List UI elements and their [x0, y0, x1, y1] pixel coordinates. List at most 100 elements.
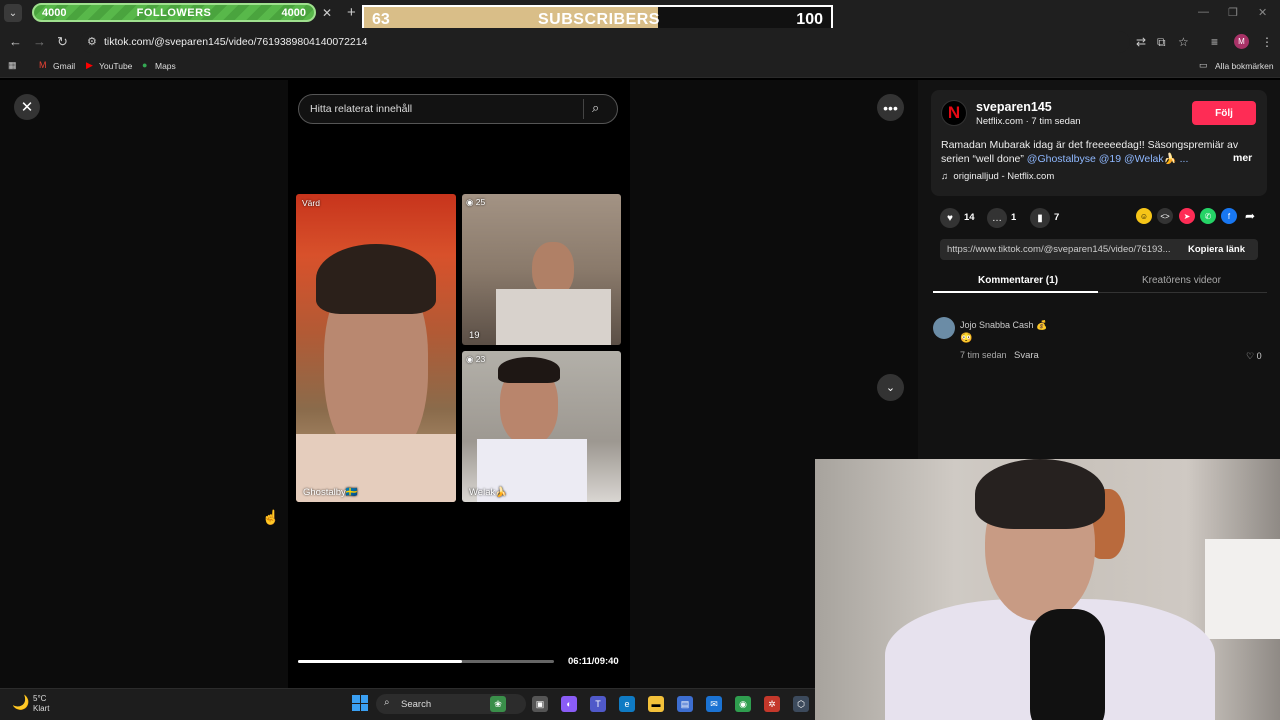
- save-count: 7: [1054, 212, 1060, 223]
- bookmark-star-icon[interactable]: ☆: [1178, 35, 1189, 49]
- creator-subline: Netflix.com · 7 tim sedan: [976, 116, 1081, 127]
- search-icon[interactable]: ⌕: [592, 100, 599, 116]
- like-count: 14: [964, 212, 975, 223]
- comment-text: 😳: [960, 333, 973, 344]
- app-cube-icon[interactable]: ⬡: [793, 696, 809, 712]
- comment-like-count: 0: [1256, 351, 1262, 361]
- comment-author[interactable]: Jojo Snabba Cash 💰: [960, 320, 1047, 331]
- video-progress-fill[interactable]: [298, 660, 462, 663]
- url-text[interactable]: tiktok.com/@sveparen145/video/7619389804…: [104, 36, 367, 48]
- store-icon[interactable]: ▤: [677, 696, 693, 712]
- share-arrow-icon[interactable]: ➦: [1242, 208, 1258, 224]
- send-icon[interactable]: ➤: [1179, 208, 1195, 224]
- commenter-avatar[interactable]: [933, 317, 955, 339]
- heart-icon: ♥: [947, 212, 953, 224]
- more-options-button[interactable]: •••: [877, 94, 904, 121]
- post-mentions[interactable]: @Ghostalbyse @19 @Welak🍌 ...: [1027, 153, 1189, 165]
- maximize-icon[interactable]: ❐: [1228, 6, 1238, 19]
- follow-button[interactable]: Följ: [1192, 101, 1256, 125]
- music-note-icon: ♫: [941, 171, 949, 182]
- copilot-icon[interactable]: ◐: [561, 696, 577, 712]
- guest1-count: 19: [469, 330, 480, 341]
- friends-share-icon[interactable]: ☺: [1136, 208, 1152, 224]
- next-video-button[interactable]: ⌄: [877, 374, 904, 401]
- followers-label: FOLLOWERS: [136, 6, 212, 19]
- comment-button[interactable]: …: [987, 208, 1007, 228]
- media-controls-icon[interactable]: ≡: [1211, 35, 1218, 49]
- like-button[interactable]: ♥: [940, 208, 960, 228]
- guest1-shirt: [496, 289, 611, 345]
- menu-kebab-icon[interactable]: ⋮: [1261, 35, 1273, 49]
- folder-icon: ▭: [1199, 60, 1208, 70]
- window-close-icon[interactable]: ✕: [1258, 6, 1267, 19]
- related-search-placeholder: Hitta relaterat innehåll: [310, 103, 413, 115]
- search-divider: [583, 99, 584, 119]
- install-app-icon[interactable]: ⧉: [1157, 35, 1166, 50]
- webcam-microphone: [1030, 609, 1105, 720]
- weather-temp: 5°C: [33, 694, 47, 703]
- webcam-shelf: [1205, 539, 1280, 639]
- close-icon: ✕: [20, 99, 34, 116]
- embed-code-icon[interactable]: <>: [1157, 208, 1173, 224]
- music-info[interactable]: ♫ originalljud - Netflix.com: [941, 171, 1054, 182]
- bookmarks-bar: [0, 56, 1280, 78]
- all-bookmarks[interactable]: Alla bokmärken: [1215, 61, 1274, 71]
- weather-widget[interactable]: 5°C Klart: [33, 694, 49, 714]
- creator-username[interactable]: sveparen145: [976, 100, 1052, 114]
- creator-avatar[interactable]: N: [941, 100, 967, 126]
- guest1-badge-count: 25: [475, 197, 486, 207]
- comment-reply-button[interactable]: Svara: [1014, 350, 1039, 361]
- mail-icon[interactable]: ✉: [706, 696, 722, 712]
- subscribers-current: 63: [372, 11, 390, 28]
- whatsapp-icon[interactable]: ✆: [1200, 208, 1216, 224]
- comment-like[interactable]: ♡ 0: [1246, 351, 1262, 362]
- guest2-badge-count: 23: [475, 354, 486, 364]
- tab-search-chevron-icon[interactable]: ⌄: [4, 4, 22, 22]
- tab-close-icon[interactable]: ✕: [322, 6, 332, 20]
- host-name[interactable]: Ghostalby🇸🇪: [303, 487, 358, 498]
- edge-icon[interactable]: e: [619, 696, 635, 712]
- guest2-badge: ◉ 23: [466, 354, 486, 364]
- followers-goal-bar: 4000 FOLLOWERS 4000: [32, 3, 316, 22]
- site-info-icon[interactable]: ⚙: [87, 35, 97, 48]
- gmail-icon: M: [39, 60, 47, 70]
- moon-weather-icon[interactable]: 🌙: [12, 694, 29, 711]
- save-button[interactable]: ▮: [1030, 208, 1050, 228]
- video-backdrop-left: [0, 80, 288, 688]
- webcam-hair: [975, 459, 1105, 529]
- host-video-tile: Värd Ghostalby🇸🇪: [296, 194, 456, 502]
- profile-avatar[interactable]: M: [1234, 34, 1249, 49]
- share-link-text[interactable]: https://www.tiktok.com/@sveparen145/vide…: [947, 244, 1177, 255]
- teams-icon[interactable]: T: [590, 696, 606, 712]
- reload-icon[interactable]: ↻: [57, 34, 68, 50]
- back-arrow-icon[interactable]: ←: [9, 34, 22, 49]
- translate-icon[interactable]: ⇄: [1136, 35, 1146, 49]
- guest2-name[interactable]: Welak🍌: [469, 487, 507, 498]
- copy-link-button[interactable]: Kopiera länk: [1188, 244, 1245, 255]
- facebook-icon[interactable]: f: [1221, 208, 1237, 224]
- bookmark-gmail[interactable]: Gmail: [53, 61, 75, 71]
- post-description: Ramadan Mubarak idag är det freeeeedag!!…: [941, 138, 1241, 166]
- guest2-video-tile: ◉ 23 Welak🍌: [462, 351, 621, 502]
- bookmark-maps[interactable]: Maps: [155, 61, 176, 71]
- music-title: originalljud - Netflix.com: [953, 171, 1055, 182]
- new-tab-icon[interactable]: +: [347, 4, 356, 21]
- tab-comments[interactable]: Kommentarer (1): [978, 275, 1058, 286]
- apps-grid-icon[interactable]: ▦: [8, 60, 17, 71]
- task-view-icon[interactable]: ▣: [532, 696, 548, 712]
- more-text-button[interactable]: mer: [1233, 152, 1252, 164]
- windows-start-icon[interactable]: [352, 695, 368, 711]
- youtube-icon: ▶: [86, 60, 93, 70]
- taskbar-search-icon: ⌕: [384, 697, 390, 708]
- tab-creator-videos[interactable]: Kreatörens videor: [1142, 275, 1221, 286]
- close-video-button[interactable]: ✕: [14, 94, 40, 120]
- chrome-icon[interactable]: ◉: [735, 696, 751, 712]
- followers-start-count: 4000: [42, 6, 67, 19]
- file-explorer-icon[interactable]: ▬: [648, 696, 664, 712]
- bookmark-youtube[interactable]: YouTube: [99, 61, 132, 71]
- video-timecode: 06:11/09:40: [568, 656, 619, 667]
- forward-arrow-icon[interactable]: →: [33, 34, 46, 49]
- weather-condition: Klart: [33, 704, 50, 713]
- m365-icon[interactable]: ✲: [764, 696, 780, 712]
- minimize-icon[interactable]: —: [1198, 6, 1209, 18]
